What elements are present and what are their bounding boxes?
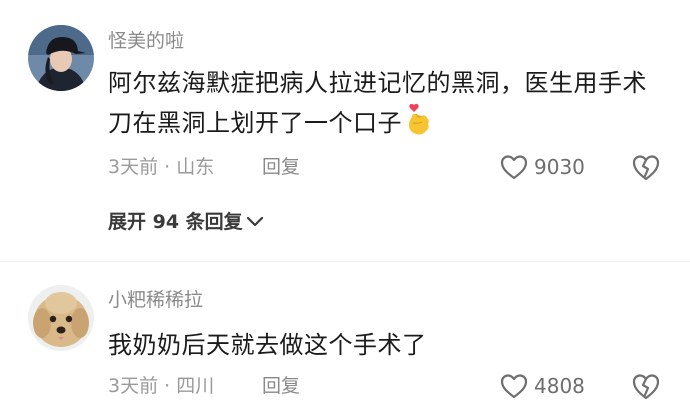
- like-count: 9030: [534, 155, 585, 179]
- comment-item: 小粑稀稀拉 我奶奶后天就去做这个手术了 3天前 · 四川 回复 4808: [0, 262, 690, 415]
- dislike-button[interactable]: [632, 152, 660, 182]
- expand-replies-button[interactable]: 展开 94 条回复: [108, 210, 264, 234]
- finger-heart-emoji: [406, 103, 432, 137]
- chevron-down-icon: [246, 216, 263, 227]
- comment-meta: 3天前 · 四川: [108, 375, 215, 397]
- username[interactable]: 小粑稀稀拉: [108, 288, 203, 312]
- avatar[interactable]: [28, 25, 94, 91]
- reply-button[interactable]: 回复: [262, 155, 300, 179]
- like-button[interactable]: 9030: [500, 152, 585, 182]
- comment-body: 阿尔兹海默症把病人拉进记忆的黑洞，医生用手术刀在黑洞上划开了一个口子: [108, 69, 647, 137]
- heart-outline-icon: [500, 374, 528, 399]
- broken-heart-icon: [632, 155, 660, 181]
- expand-replies-label: 展开 94 条回复: [108, 211, 243, 233]
- broken-heart-icon: [632, 374, 660, 400]
- reply-button[interactable]: 回复: [262, 374, 300, 398]
- comment-text: 阿尔兹海默症把病人拉进记忆的黑洞，医生用手术刀在黑洞上划开了一个口子: [108, 63, 668, 143]
- comment-meta: 3天前 · 山东: [108, 156, 215, 178]
- avatar[interactable]: [28, 285, 94, 351]
- username[interactable]: 怪美的啦: [108, 29, 184, 53]
- comment-body: 我奶奶后天就去做这个手术了: [108, 331, 427, 359]
- like-count: 4808: [534, 374, 585, 398]
- dislike-button[interactable]: [632, 371, 660, 401]
- comment-item: 怪美的啦 阿尔兹海默症把病人拉进记忆的黑洞，医生用手术刀在黑洞上划开了一个口子 …: [0, 0, 690, 262]
- like-button[interactable]: 4808: [500, 371, 585, 401]
- comment-text: 我奶奶后天就去做这个手术了: [108, 325, 668, 365]
- heart-outline-icon: [500, 155, 528, 180]
